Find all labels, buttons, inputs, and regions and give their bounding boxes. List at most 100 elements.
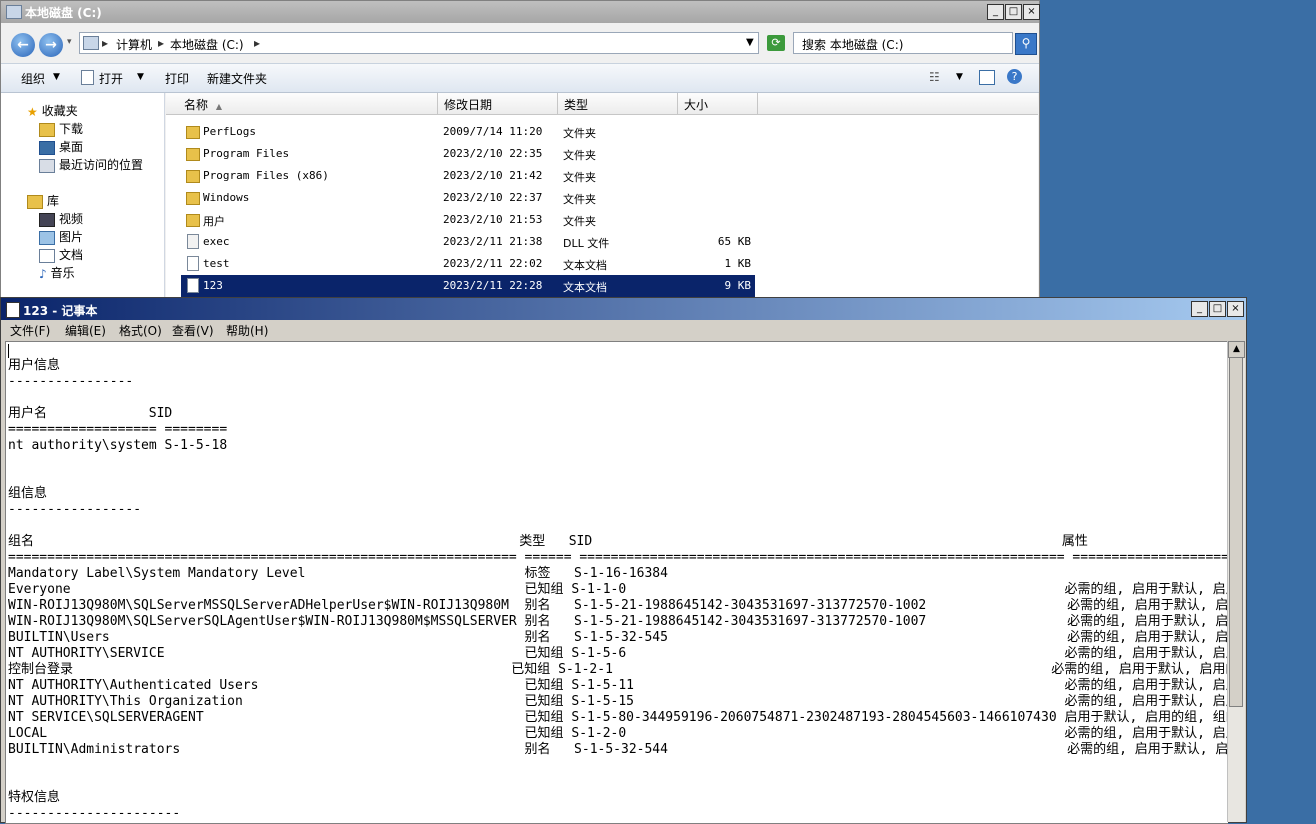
file-row[interactable]: Program Files 2023/2/10 22:35 文件夹 [181,143,755,165]
view-dropdown-icon[interactable]: ▼ [956,72,963,82]
file-row[interactable]: Program Files (x86) 2023/2/10 21:42 文件夹 [181,165,755,187]
file-type: 文件夹 [563,193,596,206]
nav-label: 文档 [59,248,84,262]
column-header-blank [758,93,1038,115]
open-button[interactable]: 打开 [99,70,123,87]
file-type: 文本文档 [563,281,607,294]
maximize-icon[interactable]: □ [1209,301,1226,317]
folder-icon [186,126,200,139]
documents-icon [39,248,55,263]
text-line: WIN-ROIJ13Q980M\SQLServerMSSQLServerADHe… [8,598,1228,613]
nav-item-music[interactable]: ♪ 音乐 [39,264,75,282]
nav-item-documents[interactable]: 文档 [39,246,83,264]
search-input[interactable]: 搜索 本地磁盘 (C:) [793,32,1013,54]
open-dropdown-icon[interactable]: ▼ [137,72,144,82]
column-header-size[interactable]: 大小 [678,93,758,115]
nav-label: 收藏夹 [41,104,78,118]
text-line: NT AUTHORITY\This Organization 已知组 S-1-5… [8,694,1228,709]
pictures-icon [39,230,55,245]
close-icon[interactable]: × [1023,4,1040,20]
history-dropdown-icon[interactable]: ▾ [67,37,72,47]
chevron-icon[interactable]: ▸ [254,36,260,50]
file-name: exec [203,235,230,248]
file-name: 123 [203,279,223,292]
address-field[interactable]: ▸ 计算机 ▸ 本地磁盘 (C:) ▸ ▼ [79,32,759,54]
address-dropdown-icon[interactable]: ▼ [746,37,754,48]
view-options-icon[interactable]: ☷ [929,70,940,84]
nav-favorites[interactable]: ★ 收藏夹 [27,102,78,120]
refresh-icon[interactable]: ⟳ [767,35,785,51]
file-row[interactable]: exec 2023/2/11 21:38 DLL 文件 65 KB [181,231,755,253]
text-line: Mandatory Label\System Mandatory Level 标… [8,566,668,581]
file-row[interactable]: PerfLogs 2009/7/14 11:20 文件夹 [181,121,755,143]
library-icon [27,194,43,209]
maximize-icon[interactable]: □ [1005,4,1022,20]
file-type: 文件夹 [563,215,596,228]
text-line: 特权信息 [8,790,61,805]
breadcrumb-local-disk[interactable]: 本地磁盘 (C:) [170,36,244,53]
nav-libraries[interactable]: 库 [27,192,59,210]
scroll-up-icon[interactable]: ▲ [1228,341,1245,358]
command-bar: 组织 ▼ 打开 ▼ 打印 新建文件夹 ☷ ▼ ? [1,63,1039,93]
computer-icon [83,36,99,50]
close-icon[interactable]: × [1227,301,1244,317]
menu-file[interactable]: 文件(F) [10,322,50,339]
nav-label: 最近访问的位置 [59,158,144,172]
nav-item-desktop[interactable]: 桌面 [39,138,83,156]
file-date: 2023/2/10 21:42 [443,169,543,182]
file-row[interactable]: Windows 2023/2/10 22:37 文件夹 [181,187,755,209]
notepad-window: 123 - 记事本 _ □ × 文件(F) 编辑(E) 格式(O) 查看(V) … [0,297,1247,824]
text-line: nt authority\system S-1-5-18 [8,438,228,453]
file-name: PerfLogs [203,125,256,138]
scroll-thumb[interactable] [1229,357,1243,707]
menu-edit[interactable]: 编辑(E) [65,322,106,339]
folder-icon [186,170,200,183]
new-folder-button[interactable]: 新建文件夹 [207,70,267,87]
chevron-icon[interactable]: ▸ [158,36,164,50]
help-icon[interactable]: ? [1007,69,1022,84]
open-icon [81,70,94,85]
explorer-titlebar[interactable]: 本地磁盘 (C:) _ □ × [1,1,1040,23]
nav-item-videos[interactable]: 视频 [39,210,83,228]
nav-item-recent-places[interactable]: 最近访问的位置 [39,156,143,174]
text-line: 组名 类型 SID 属性 [8,534,1088,549]
preview-pane-icon[interactable] [979,70,995,85]
nav-label: 图片 [59,230,84,244]
column-header-name[interactable]: 名称 ▲ [166,93,438,115]
file-date: 2023/2/11 22:02 [443,257,543,270]
text-line: =================== ======== [8,422,228,437]
file-type: 文件夹 [563,149,596,162]
file-name: test [203,257,230,270]
nav-item-pictures[interactable]: 图片 [39,228,83,246]
drive-icon [6,5,22,19]
column-header-type[interactable]: 类型 [558,93,678,115]
chevron-icon[interactable]: ▸ [102,36,108,50]
desktop-icon [39,140,55,155]
back-arrow-icon[interactable]: ← [11,33,35,57]
breadcrumb-computer[interactable]: 计算机 [116,36,152,53]
minimize-icon[interactable]: _ [1191,301,1208,317]
menu-format[interactable]: 格式(O) [119,322,162,339]
organize-dropdown-icon[interactable]: ▼ [53,72,60,82]
column-label: 名称 [184,98,209,112]
file-row-selected[interactable]: 123 2023/2/11 22:28 文本文档 9 KB [181,275,755,297]
explorer-window: 本地磁盘 (C:) _ □ × ← → ▾ ▸ 计算机 ▸ 本地磁盘 (C:) … [0,0,1040,300]
text-editor[interactable]: 用户信息 ---------------- 用户名 SID ==========… [5,341,1228,824]
file-row[interactable]: test 2023/2/11 22:02 文本文档 1 KB [181,253,755,275]
forward-arrow-icon[interactable]: → [39,33,63,57]
search-icon[interactable]: ⚲ [1015,33,1037,55]
text-line: BUILTIN\Users 别名 S-1-5-32-545 必需的组, 启用于默… [8,630,1228,645]
column-header-date[interactable]: 修改日期 [438,93,558,115]
minimize-icon[interactable]: _ [987,4,1004,20]
file-row[interactable]: 用户 2023/2/10 21:53 文件夹 [181,209,755,231]
menu-view[interactable]: 查看(V) [172,322,214,339]
menu-bar: 文件(F) 编辑(E) 格式(O) 查看(V) 帮助(H) [1,320,1246,340]
text-line: 控制台登录 已知组 S-1-2-1 必需的组, 启用于默认, 启用的组 [8,662,1228,677]
menu-help[interactable]: 帮助(H) [226,322,268,339]
notepad-titlebar[interactable]: 123 - 记事本 _ □ × [1,298,1246,320]
nav-item-downloads[interactable]: 下载 [39,120,83,138]
print-button[interactable]: 打印 [165,70,189,87]
dll-file-icon [187,234,199,249]
organize-button[interactable]: 组织 [21,70,45,87]
vertical-scrollbar[interactable]: ▲ [1227,341,1245,822]
